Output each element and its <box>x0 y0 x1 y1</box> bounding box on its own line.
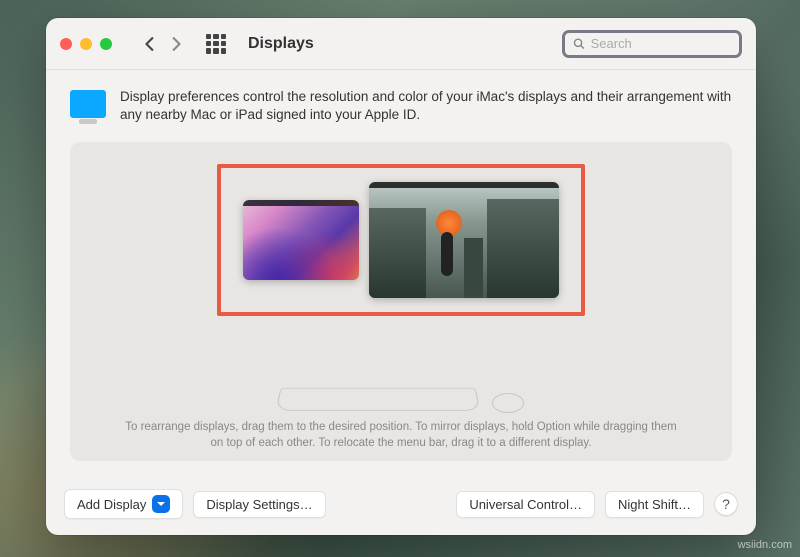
display-thumbnail-2[interactable] <box>369 182 559 298</box>
intro-text: Display preferences control the resoluti… <box>120 88 732 124</box>
show-all-icon[interactable] <box>206 34 226 54</box>
search-icon <box>573 37 585 50</box>
night-shift-label: Night Shift… <box>618 497 691 512</box>
add-display-button[interactable]: Add Display <box>64 489 183 519</box>
mouse-icon <box>492 393 524 413</box>
footer-buttons: Add Display Display Settings… Universal … <box>46 475 756 535</box>
close-button[interactable] <box>60 38 72 50</box>
displays-icon <box>70 90 106 118</box>
minimize-button[interactable] <box>80 38 92 50</box>
universal-control-label: Universal Control… <box>469 497 582 512</box>
content-area: Display preferences control the resoluti… <box>46 70 756 475</box>
maximize-button[interactable] <box>100 38 112 50</box>
display-settings-label: Display Settings… <box>206 497 312 512</box>
display-settings-button[interactable]: Display Settings… <box>193 491 325 518</box>
preferences-window: Displays Display preferences control the… <box>46 18 756 535</box>
add-display-label: Add Display <box>77 497 146 512</box>
forward-button[interactable] <box>164 32 188 56</box>
universal-control-button[interactable]: Universal Control… <box>456 491 595 518</box>
titlebar: Displays <box>46 18 756 70</box>
display-arrangement-highlight <box>217 164 585 316</box>
help-button[interactable]: ? <box>714 492 738 516</box>
arrangement-area: To rearrange displays, drag them to the … <box>70 142 732 461</box>
window-controls <box>60 38 112 50</box>
nav-arrows <box>138 32 188 56</box>
watermark-text: wsiidn.com <box>738 539 792 551</box>
back-button[interactable] <box>138 32 162 56</box>
arrangement-hint: To rearrange displays, drag them to the … <box>121 419 681 451</box>
intro-row: Display preferences control the resoluti… <box>70 88 732 124</box>
search-field[interactable] <box>562 30 742 58</box>
help-label: ? <box>722 496 730 512</box>
display-thumbnail-1[interactable] <box>243 200 359 280</box>
night-shift-button[interactable]: Night Shift… <box>605 491 704 518</box>
devices-illustration <box>278 385 524 413</box>
search-input[interactable] <box>591 36 731 51</box>
keyboard-icon <box>275 388 481 411</box>
page-title: Displays <box>248 35 314 53</box>
chevron-down-icon <box>152 495 170 513</box>
